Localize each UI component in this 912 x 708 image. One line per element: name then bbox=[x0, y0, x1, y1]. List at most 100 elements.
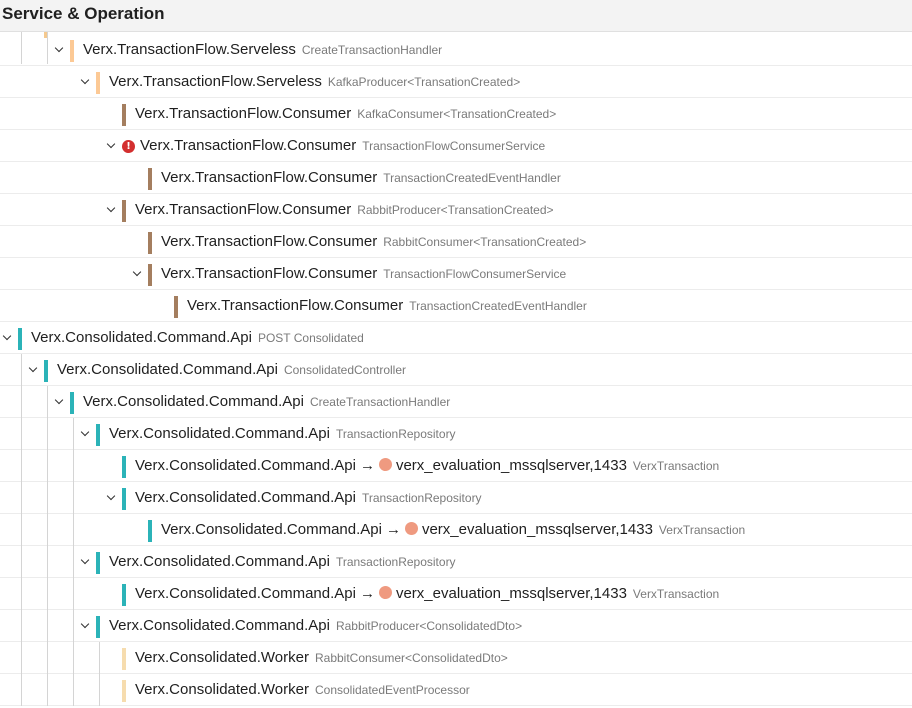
span-label[interactable]: Verx.Consolidated.Command.Api Transaction… bbox=[135, 482, 482, 514]
span-label[interactable]: Verx.Consolidated.Worker RabbitConsumer<C… bbox=[135, 642, 508, 674]
operation-name: RabbitProducer<TransationCreated> bbox=[357, 203, 554, 217]
span-row[interactable]: Verx.Consolidated.Command.Api → verx_evalu… bbox=[0, 578, 912, 610]
span-row[interactable]: ! Verx.TransactionFlow.Consumer Transactio… bbox=[0, 130, 912, 162]
chevron-down-icon[interactable] bbox=[105, 490, 117, 504]
tree-guide-line bbox=[21, 482, 22, 514]
chevron-down-icon[interactable] bbox=[1, 330, 13, 344]
tree-guide-line bbox=[47, 514, 48, 546]
tree-guide-line bbox=[73, 482, 74, 514]
span-row[interactable]: Verx.TransactionFlow.Consumer KafkaConsum… bbox=[0, 98, 912, 130]
service-color-bar bbox=[122, 584, 126, 606]
service-color-bar bbox=[96, 616, 100, 638]
chevron-down-icon[interactable] bbox=[53, 42, 65, 56]
span-label[interactable]: Verx.TransactionFlow.Consumer RabbitProdu… bbox=[135, 194, 554, 226]
tree-guide-line bbox=[21, 642, 22, 674]
peer-service-name: verx_evaluation_mssqlserver,1433 bbox=[421, 521, 653, 538]
span-label[interactable]: Verx.TransactionFlow.Serveless KafkaProdu… bbox=[109, 66, 520, 98]
span-row[interactable]: Verx.Consolidated.Command.Api POST Consol… bbox=[0, 322, 912, 354]
span-row[interactable]: Verx.TransactionFlow.Serveless CreateTran… bbox=[0, 34, 912, 66]
tree-guide-line bbox=[21, 610, 22, 642]
tree-guide-line bbox=[47, 642, 48, 674]
operation-name: TransactionRepository bbox=[335, 555, 456, 569]
arrow-right-icon: → bbox=[385, 521, 401, 538]
operation-name: CreateTransactionHandler bbox=[301, 43, 443, 57]
service-name: Verx.TransactionFlow.Consumer bbox=[187, 297, 404, 314]
tree-guide-line bbox=[47, 674, 48, 706]
tree-guide-line bbox=[73, 610, 74, 642]
chevron-down-icon[interactable] bbox=[105, 138, 117, 152]
service-name: Verx.TransactionFlow.Consumer bbox=[135, 201, 352, 218]
span-label[interactable]: Verx.Consolidated.Worker ConsolidatedEven… bbox=[135, 674, 470, 706]
span-row[interactable]: Verx.TransactionFlow.Consumer Transaction… bbox=[0, 258, 912, 290]
service-color-bar bbox=[148, 520, 152, 542]
service-color-bar bbox=[18, 328, 22, 350]
service-color-bar bbox=[70, 40, 74, 62]
span-label[interactable]: Verx.Consolidated.Command.Api POST Consol… bbox=[31, 322, 364, 354]
chevron-down-icon[interactable] bbox=[79, 618, 91, 632]
span-row[interactable]: Verx.TransactionFlow.Consumer RabbitConsu… bbox=[0, 226, 912, 258]
tree-guide-line bbox=[21, 578, 22, 610]
service-color-bar bbox=[148, 264, 152, 286]
tree-guide-line bbox=[21, 418, 22, 450]
span-label[interactable]: Verx.TransactionFlow.Consumer RabbitConsu… bbox=[161, 226, 586, 258]
span-label[interactable]: Verx.TransactionFlow.Consumer Transaction… bbox=[161, 162, 561, 194]
service-name: Verx.Consolidated.Command.Api bbox=[135, 457, 356, 474]
operation-name: TransactionCreatedEventHandler bbox=[383, 171, 561, 185]
chevron-down-icon[interactable] bbox=[79, 74, 91, 88]
service-name: Verx.Consolidated.Worker bbox=[135, 649, 309, 666]
span-row[interactable]: Verx.Consolidated.Command.Api Consolidate… bbox=[0, 354, 912, 386]
span-row[interactable]: Verx.Consolidated.Command.Api Transaction… bbox=[0, 418, 912, 450]
service-name: Verx.Consolidated.Command.Api bbox=[109, 617, 330, 634]
chevron-down-icon[interactable] bbox=[131, 266, 143, 280]
span-label[interactable]: Verx.Consolidated.Command.Api Transaction… bbox=[109, 546, 456, 578]
span-label[interactable]: Verx.Consolidated.Command.Api Consolidate… bbox=[57, 354, 406, 386]
chevron-down-icon[interactable] bbox=[53, 394, 65, 408]
operation-name: VerxTransaction bbox=[632, 587, 720, 601]
span-row[interactable]: Verx.Consolidated.Command.Api → verx_evalu… bbox=[0, 514, 912, 546]
operation-name: POST Consolidated bbox=[257, 331, 364, 345]
span-row[interactable]: Verx.Consolidated.Worker RabbitConsumer<C… bbox=[0, 642, 912, 674]
tree-guide-line bbox=[73, 642, 74, 674]
tree-guide-line bbox=[21, 450, 22, 482]
chevron-down-icon[interactable] bbox=[79, 426, 91, 440]
span-label[interactable]: ! Verx.TransactionFlow.Consumer Transactio… bbox=[122, 130, 545, 162]
span-row[interactable]: Verx.TransactionFlow.Consumer RabbitProdu… bbox=[0, 194, 912, 226]
span-row[interactable]: Verx.Consolidated.Command.Api → verx_evalu… bbox=[0, 450, 912, 482]
span-label[interactable]: Verx.Consolidated.Command.Api CreateTrans… bbox=[83, 386, 450, 418]
service-color-bar bbox=[122, 648, 126, 670]
operation-name: RabbitConsumer<TransationCreated> bbox=[383, 235, 587, 249]
chevron-down-icon[interactable] bbox=[105, 202, 117, 216]
tree-guide-line bbox=[47, 482, 48, 514]
span-row[interactable]: Verx.TransactionFlow.Consumer Transaction… bbox=[0, 162, 912, 194]
span-row[interactable]: Verx.TransactionFlow.Serveless KafkaProdu… bbox=[0, 66, 912, 98]
operation-name: TransactionRepository bbox=[335, 427, 456, 441]
span-label[interactable]: Verx.TransactionFlow.Consumer KafkaConsum… bbox=[135, 98, 556, 130]
service-name: Verx.Consolidated.Worker bbox=[135, 681, 309, 698]
span-row[interactable]: Verx.Consolidated.Worker ConsolidatedEven… bbox=[0, 674, 912, 706]
span-label[interactable]: Verx.TransactionFlow.Consumer Transaction… bbox=[187, 290, 587, 322]
peer-service-name: verx_evaluation_mssqlserver,1433 bbox=[395, 585, 627, 602]
operation-name: ConsolidatedEventProcessor bbox=[314, 683, 470, 697]
span-label[interactable]: Verx.Consolidated.Command.Api → verx_evalu… bbox=[161, 514, 745, 546]
chevron-down-icon[interactable] bbox=[79, 554, 91, 568]
tree-guide-line bbox=[73, 514, 74, 546]
span-row[interactable]: Verx.Consolidated.Command.Api CreateTrans… bbox=[0, 386, 912, 418]
span-label[interactable]: Verx.TransactionFlow.Consumer Transaction… bbox=[161, 258, 566, 290]
span-row[interactable]: Verx.Consolidated.Command.Api RabbitProdu… bbox=[0, 610, 912, 642]
span-label[interactable]: Verx.Consolidated.Command.Api → verx_evalu… bbox=[135, 578, 719, 610]
tree-guide-line bbox=[21, 674, 22, 706]
span-row[interactable]: Verx.Consolidated.Command.Api Transaction… bbox=[0, 546, 912, 578]
span-label[interactable]: Verx.Consolidated.Command.Api RabbitProdu… bbox=[109, 610, 522, 642]
service-name: Verx.Consolidated.Command.Api bbox=[135, 585, 356, 602]
service-name: Verx.Consolidated.Command.Api bbox=[109, 553, 330, 570]
span-row[interactable]: Verx.Consolidated.Command.Api Transaction… bbox=[0, 482, 912, 514]
chevron-down-icon[interactable] bbox=[27, 362, 39, 376]
tree-guide-line bbox=[99, 674, 100, 706]
span-label[interactable]: Verx.Consolidated.Command.Api Transaction… bbox=[109, 418, 456, 450]
span-label[interactable]: Verx.Consolidated.Command.Api → verx_evalu… bbox=[135, 450, 719, 482]
trace-tree: Verx.TransactionFlow.Serveless CreateTran… bbox=[0, 32, 912, 708]
span-label[interactable]: Verx.TransactionFlow.Serveless CreateTran… bbox=[83, 34, 442, 66]
tree-guide-line bbox=[73, 546, 74, 578]
span-row[interactable]: Verx.TransactionFlow.Consumer Transaction… bbox=[0, 290, 912, 322]
error-icon: ! bbox=[122, 140, 135, 153]
